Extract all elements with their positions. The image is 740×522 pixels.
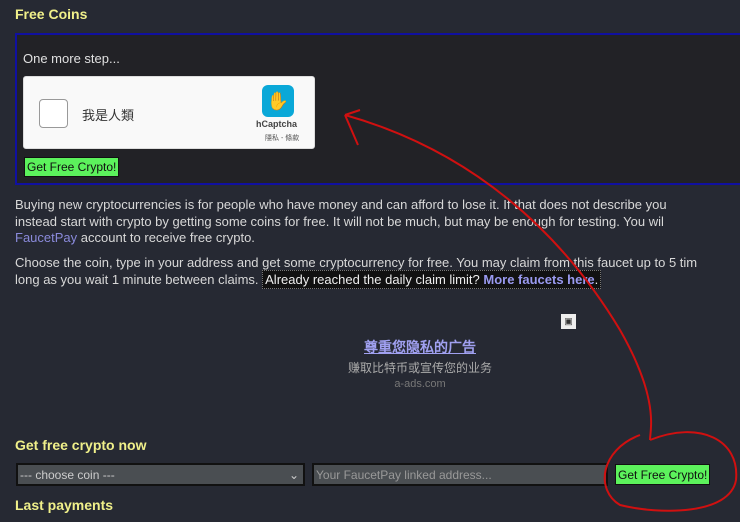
hcaptcha-brand: hCaptcha	[256, 119, 298, 129]
chevron-down-icon: ⌄	[288, 468, 299, 482]
page-title: Free Coins	[15, 6, 88, 22]
captcha-checkbox[interactable]	[39, 99, 68, 128]
coin-select[interactable]: --- choose coin --- ⌄	[16, 463, 305, 486]
intro-line: Buying new cryptocurrencies is for peopl…	[15, 197, 667, 212]
hcaptcha-terms-link[interactable]: 隱私 - 條款	[265, 133, 299, 143]
form-heading: Get free crypto now	[15, 437, 147, 453]
claim-limit-notice: Already reached the daily claim limit? M…	[262, 269, 602, 289]
last-payments-heading: Last payments	[15, 497, 114, 513]
choose-line: long as you wait 1 minute between claims…	[15, 271, 263, 287]
coin-select-value: --- choose coin ---	[20, 468, 115, 482]
intro-line: account to receive free crypto.	[77, 230, 255, 245]
faucetpay-link[interactable]: FaucetPay	[15, 230, 77, 245]
address-input[interactable]: Your FaucetPay linked address...	[312, 463, 608, 486]
intro-line: instead start with crypto by getting som…	[15, 213, 664, 229]
captcha-get-free-crypto-button[interactable]: Get Free Crypto!	[24, 157, 120, 177]
ad-info-icon[interactable]: ▣	[561, 314, 576, 329]
choose-paragraph: Choose the coin, type in your address an…	[15, 255, 740, 289]
get-free-crypto-button[interactable]: Get Free Crypto!	[615, 464, 711, 485]
ad-subtitle: 赚取比特币或宣传您的业务	[347, 361, 492, 375]
claim-limit-text: Already reached the daily claim limit?	[265, 271, 484, 287]
hcaptcha-logo-icon: ✋	[262, 85, 294, 117]
hcaptcha-widget: 我是人類 ✋ hCaptcha 隱私 - 條款	[23, 76, 315, 149]
more-faucets-link[interactable]: More faucets here	[483, 272, 594, 287]
period: .	[594, 271, 599, 287]
captcha-panel: One more step... 我是人類 ✋ hCaptcha 隱私 - 條款…	[15, 33, 740, 185]
ad-domain: a-ads.com	[394, 378, 446, 390]
captcha-label: 我是人類	[82, 108, 135, 123]
step-text: One more step...	[23, 51, 120, 66]
ad-title[interactable]: 尊重您隐私的广告	[300, 337, 540, 357]
intro-paragraph: Buying new cryptocurrencies is for peopl…	[15, 197, 740, 247]
ad-banner[interactable]: 尊重您隐私的广告 赚取比特币或宣传您的业务 a-ads.com	[300, 337, 540, 390]
